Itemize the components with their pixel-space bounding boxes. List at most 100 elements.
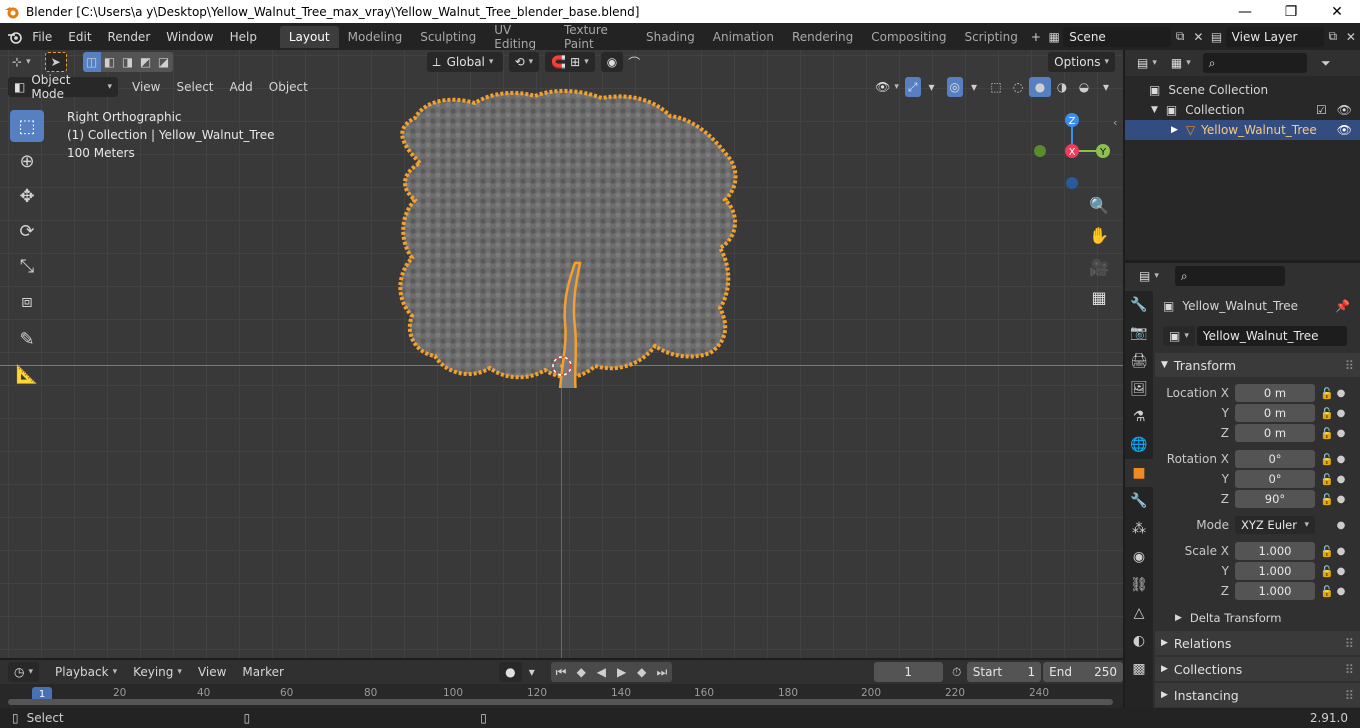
current-frame-field[interactable]: 1 — [873, 662, 943, 682]
keyframe-dot-icon[interactable]: ● — [1335, 428, 1347, 439]
play-icon[interactable]: ▶ — [611, 662, 632, 682]
display-mode-icon[interactable]: ▦ ▾ — [1165, 53, 1197, 73]
timeline-menu-keying[interactable]: Keying ▾ — [125, 661, 190, 683]
new-view-layer-icon[interactable]: ⧉ — [1324, 27, 1342, 47]
keyframe-dot-icon[interactable]: ● — [1335, 454, 1347, 465]
viewport-menu-object[interactable]: Object — [261, 76, 316, 98]
3d-cursor-icon[interactable] — [550, 354, 574, 378]
timeline-menu-playback[interactable]: Playback ▾ — [47, 661, 125, 683]
filter-icon[interactable]: ⏷ — [1315, 53, 1337, 73]
wireframe-shading-icon[interactable]: ◌ — [1007, 77, 1029, 97]
gizmo-dropdown-icon[interactable]: ▾ — [921, 77, 943, 97]
select-extend-icon[interactable]: ◧ — [100, 52, 119, 72]
pin-icon[interactable]: 📌 — [1335, 299, 1350, 313]
render-tab-icon[interactable]: 📷 — [1125, 319, 1153, 347]
location-y-field[interactable]: 0 m — [1235, 404, 1315, 422]
tab-sculpting[interactable]: Sculpting — [411, 26, 485, 48]
close-button[interactable]: ✕ — [1314, 0, 1360, 23]
keyframe-dot-icon[interactable]: ● — [1335, 520, 1347, 531]
drag-handle-icon[interactable]: ⠿ — [1345, 636, 1354, 651]
object-tab-icon[interactable]: ■ — [1125, 459, 1153, 487]
scale-tool-icon[interactable]: ⤡ — [10, 250, 44, 282]
timeline-scrollbar[interactable] — [8, 699, 1113, 705]
rotation-y-field[interactable]: 0° — [1235, 470, 1315, 488]
rotate-tool-icon[interactable]: ⟳ — [10, 215, 44, 247]
tab-scripting[interactable]: Scripting — [955, 26, 1026, 48]
proportional-falloff-icon[interactable]: ⌒ — [623, 52, 645, 72]
viewport-menu-add[interactable]: Add — [222, 76, 261, 98]
transform-panel-header[interactable]: ▼ Transform ⠿ — [1155, 353, 1360, 377]
zoom-icon[interactable]: 🔍 — [1086, 192, 1112, 218]
keying-set-dropdown-icon[interactable]: ▾ — [522, 662, 542, 682]
tab-animation[interactable]: Animation — [704, 26, 783, 48]
measure-tool-icon[interactable]: 📐 — [10, 358, 44, 390]
keyframe-dot-icon[interactable]: ● — [1335, 388, 1347, 399]
overlay-dropdown-icon[interactable]: ▾ — [963, 77, 985, 97]
scale-x-field[interactable]: 1.000 — [1235, 542, 1315, 560]
delete-scene-icon[interactable]: ✕ — [1189, 27, 1207, 47]
collapse-arrow-icon[interactable]: ▼ — [1151, 105, 1158, 115]
start-frame-field[interactable]: Start 1 — [966, 662, 1042, 682]
drag-handle-icon[interactable]: ⠿ — [1345, 688, 1354, 703]
add-workspace-icon[interactable]: + — [1027, 27, 1045, 47]
navigation-gizmo[interactable]: Z Y X — [1030, 110, 1115, 190]
rotation-z-field[interactable]: 90° — [1235, 490, 1315, 508]
properties-search-input[interactable]: ⌕ — [1174, 266, 1285, 286]
drag-handle-icon[interactable]: ⠿ — [1345, 662, 1354, 677]
next-keyframe-icon[interactable]: ◆ — [631, 662, 652, 682]
viewport-menu-view[interactable]: View — [124, 76, 168, 98]
lock-scale-x-icon[interactable]: 🔓 — [1319, 545, 1335, 558]
outliner-search-input[interactable]: ⌕ — [1202, 53, 1307, 73]
tree-object[interactable] — [380, 88, 750, 388]
transform-tool-icon[interactable]: ⧈ — [10, 285, 44, 317]
object-visibility-eye-icon[interactable]: 👁 — [1337, 123, 1352, 137]
menu-window[interactable]: Window — [158, 26, 221, 48]
material-tab-icon[interactable]: ◐ — [1125, 627, 1153, 655]
physics-tab-icon[interactable]: ◉ — [1125, 543, 1153, 571]
lock-rotation-z-icon[interactable]: 🔓 — [1319, 493, 1335, 506]
relations-panel-header[interactable]: ▶ Relations ⠿ — [1155, 631, 1360, 655]
cursor-tool-icon[interactable]: ⊕ — [10, 145, 44, 177]
rendered-shading-icon[interactable]: ◒ — [1073, 77, 1095, 97]
constraints-tab-icon[interactable]: ⛓ — [1125, 571, 1153, 599]
object-name-field[interactable]: Yellow_Walnut_Tree — [1196, 326, 1347, 346]
location-z-field[interactable]: 0 m — [1235, 424, 1315, 442]
collections-panel-header[interactable]: ▶ Collections ⠿ — [1155, 657, 1360, 681]
delete-view-layer-icon[interactable]: ✕ — [1342, 27, 1360, 47]
viewport-menu-select[interactable]: Select — [168, 76, 221, 98]
outliner-collection[interactable]: ▼ ▣ Collection ☑ 👁 — [1125, 100, 1360, 120]
rotation-mode-dropdown[interactable]: XYZ Euler ▾ — [1235, 516, 1315, 534]
select-tool-icon[interactable]: ➤ — [44, 52, 67, 72]
select-invert-icon[interactable]: ◩ — [136, 52, 155, 72]
3d-viewport[interactable]: ⊹ ▾ ➤ ◫ ◧ ◨ ◩ ◪ ⟂ Global ▾ ⟲ ▾ 🧲 ⊞ ▾ ◉ ⌒ Opti… — [0, 50, 1123, 658]
view-layer-icon[interactable]: ▤ — [1207, 27, 1225, 47]
new-scene-icon[interactable]: ⧉ — [1171, 27, 1189, 47]
auto-keying-toggle[interactable]: ● — [499, 662, 522, 682]
tab-texture-paint[interactable]: Texture Paint — [555, 23, 637, 51]
scene-field[interactable]: Scene — [1063, 26, 1172, 47]
properties-editor-type-icon[interactable]: ▤ ▾ — [1133, 266, 1165, 286]
preview-range-stopwatch-icon[interactable]: ⏱ — [947, 662, 967, 682]
xray-toggle-icon[interactable]: ⬚ — [985, 77, 1007, 97]
outliner-scene-collection[interactable]: ▣ Scene Collection — [1125, 80, 1360, 100]
keyframe-dot-icon[interactable]: ● — [1335, 408, 1347, 419]
keyframe-dot-icon[interactable]: ● — [1335, 494, 1347, 505]
view-layer-field[interactable]: View Layer — [1225, 26, 1324, 47]
jump-end-icon[interactable]: ⏭ — [651, 662, 672, 682]
tab-modeling[interactable]: Modeling — [339, 26, 412, 48]
keyframe-dot-icon[interactable]: ● — [1335, 566, 1347, 577]
select-box-tool-icon[interactable]: ⬚ — [10, 110, 44, 142]
menu-file[interactable]: File — [24, 26, 60, 48]
exclude-checkbox-icon[interactable]: ☑ — [1316, 103, 1327, 117]
select-intersect-icon[interactable]: ◪ — [154, 52, 173, 72]
lock-scale-y-icon[interactable]: 🔓 — [1319, 565, 1335, 578]
menu-render[interactable]: Render — [100, 26, 159, 48]
material-shading-icon[interactable]: ◑ — [1051, 77, 1073, 97]
object-browse-icon[interactable]: ▣ ▾ — [1163, 326, 1195, 346]
jump-start-icon[interactable]: ⏮ — [550, 662, 572, 682]
mesh-data-tab-icon[interactable]: △ — [1125, 599, 1153, 627]
timeline-menu-marker[interactable]: Marker — [234, 661, 291, 683]
select-new-icon[interactable]: ◫ — [82, 52, 101, 72]
lock-location-x-icon[interactable]: 🔓 — [1319, 387, 1335, 400]
maximize-button[interactable]: ❐ — [1268, 0, 1314, 23]
